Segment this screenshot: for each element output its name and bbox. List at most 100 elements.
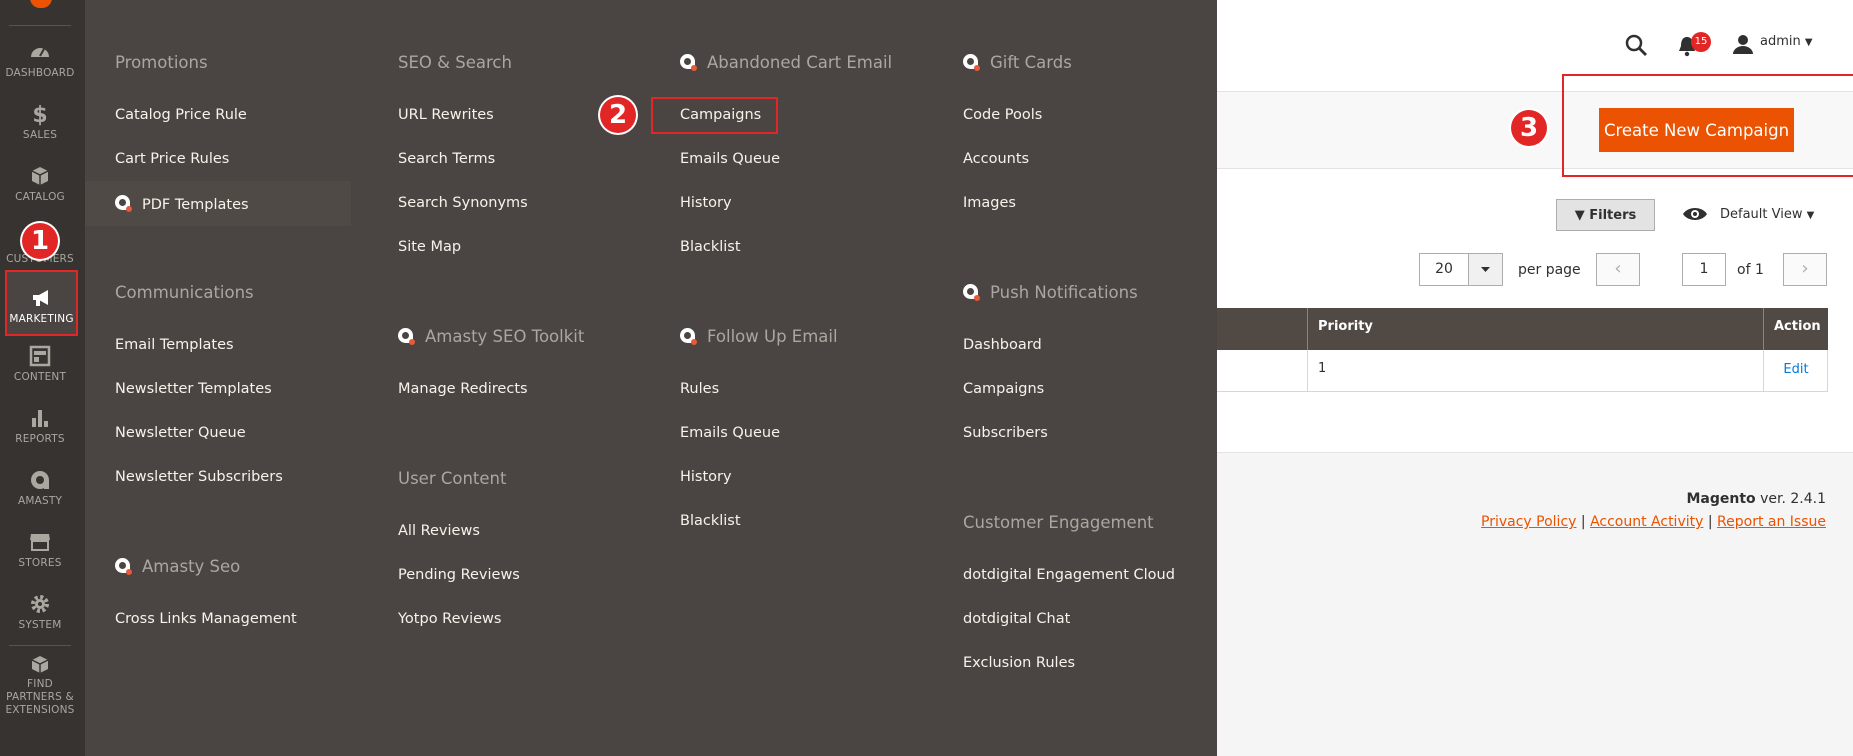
callout-badge-3: 3 (1511, 110, 1547, 146)
column-header-priority[interactable]: Priority (1307, 308, 1763, 350)
menu-item-code-pools[interactable]: Code Pools (963, 107, 1042, 123)
magento-logo-icon[interactable] (30, 0, 52, 8)
menu-item-abandoned-cart-campaigns[interactable]: Campaigns (680, 107, 761, 123)
menu-section-amasty-seo: Amasty Seo (115, 557, 240, 576)
sidebar-divider (9, 645, 71, 646)
callout-badge-1: 1 (22, 223, 58, 259)
privacy-policy-link[interactable]: Privacy Policy (1481, 514, 1576, 530)
menu-item-exclusion-rules[interactable]: Exclusion Rules (963, 655, 1075, 671)
menu-item-catalog-price-rule[interactable]: Catalog Price Rule (115, 107, 247, 123)
sidebar-item-dashboard[interactable]: DASHBOARD (0, 40, 80, 100)
menu-section-promotions: Promotions (115, 53, 208, 72)
menu-section-push-notifications: Push Notifications (963, 283, 1138, 302)
menu-item-all-reviews[interactable]: All Reviews (398, 523, 480, 539)
menu-item-search-synonyms[interactable]: Search Synonyms (398, 195, 528, 211)
amasty-icon (680, 328, 697, 345)
menu-item-push-dashboard[interactable]: Dashboard (963, 337, 1042, 353)
menu-item-url-rewrites[interactable]: URL Rewrites (398, 107, 494, 123)
filters-label: Filters (1589, 207, 1637, 223)
amasty-icon (115, 195, 132, 212)
default-view-dropdown[interactable]: Default View ▼ (1720, 207, 1814, 222)
caret-down-icon (1481, 267, 1490, 272)
grid-header: Priority Action (1217, 308, 1828, 350)
footer-links: Privacy Policy | Account Activity | Repo… (1481, 514, 1826, 530)
next-page-button[interactable]: › (1783, 253, 1827, 286)
menu-item-pending-reviews[interactable]: Pending Reviews (398, 567, 520, 583)
page-number-input[interactable]: 1 (1682, 253, 1726, 286)
sidebar-item-find-partners[interactable]: FIND PARTNERS & EXTENSIONS (0, 654, 80, 716)
sidebar-item-sales[interactable]: $ SALES (0, 102, 80, 162)
action-cell: Edit (1763, 350, 1828, 391)
menu-item-pdf-templates[interactable]: PDF Templates (115, 195, 249, 213)
amasty-icon (115, 558, 132, 575)
menu-item-newsletter-subscribers[interactable]: Newsletter Subscribers (115, 469, 283, 485)
sidebar-item-label: REPORTS (15, 433, 65, 445)
menu-item-follow-up-history[interactable]: History (680, 469, 732, 485)
sidebar-item-content[interactable]: CONTENT (0, 344, 80, 404)
sidebar-item-label: SYSTEM (18, 619, 62, 631)
menu-item-accounts[interactable]: Accounts (963, 151, 1029, 167)
menu-item-newsletter-queue[interactable]: Newsletter Queue (115, 425, 246, 441)
chevron-right-icon: › (1801, 258, 1809, 279)
amasty-icon (680, 54, 697, 71)
amasty-icon (963, 284, 980, 301)
per-page-label: per page (1518, 262, 1581, 278)
sidebar-item-label: AMASTY (17, 495, 63, 507)
menu-item-push-subscribers[interactable]: Subscribers (963, 425, 1048, 441)
menu-item-email-templates[interactable]: Email Templates (115, 337, 234, 353)
column-header-action: Action (1763, 308, 1828, 350)
sidebar-item-reports[interactable]: REPORTS (0, 406, 80, 466)
sidebar-item-system[interactable]: SYSTEM (0, 592, 80, 652)
menu-item-images[interactable]: Images (963, 195, 1016, 211)
per-page-dropdown-button[interactable] (1468, 253, 1503, 286)
menu-item-manage-redirects[interactable]: Manage Redirects (398, 381, 528, 397)
report-issue-link[interactable]: Report an Issue (1717, 514, 1826, 530)
admin-username: admin (1760, 34, 1801, 49)
menu-item-cart-price-rules[interactable]: Cart Price Rules (115, 151, 229, 167)
sidebar-item-amasty[interactable]: AMASTY (0, 468, 80, 528)
store-icon (30, 534, 50, 551)
create-new-campaign-button[interactable]: Create New Campaign (1599, 108, 1794, 152)
admin-user-menu[interactable]: admin ▼ (1760, 34, 1813, 49)
sidebar-item-catalog[interactable]: CATALOG (0, 164, 80, 224)
menu-item-abandoned-cart-history[interactable]: History (680, 195, 732, 211)
account-activity-link[interactable]: Account Activity (1590, 514, 1703, 530)
menu-item-search-terms[interactable]: Search Terms (398, 151, 495, 167)
previous-page-button[interactable]: ‹ (1596, 253, 1640, 286)
sidebar-item-stores[interactable]: STORES (0, 530, 80, 590)
caret-down-icon: ▼ (1804, 37, 1813, 48)
menu-item-dotdigital-chat[interactable]: dotdigital Chat (963, 611, 1070, 627)
version-label: ver. 2.4.1 (1755, 491, 1826, 507)
filters-button[interactable]: ▼ Filters (1556, 199, 1655, 231)
search-icon[interactable] (1624, 33, 1648, 57)
amasty-icon (398, 328, 415, 345)
menu-item-newsletter-templates[interactable]: Newsletter Templates (115, 381, 272, 397)
menu-item-cross-links-management[interactable]: Cross Links Management (115, 611, 297, 627)
sidebar-divider (9, 25, 71, 26)
default-view-label: Default View (1720, 207, 1803, 222)
menu-item-abandoned-cart-emails-queue[interactable]: Emails Queue (680, 151, 780, 167)
menu-item-push-campaigns[interactable]: Campaigns (963, 381, 1044, 397)
edit-link[interactable]: Edit (1783, 362, 1808, 377)
menu-section-follow-up-email: Follow Up Email (680, 327, 838, 346)
caret-down-icon: ▼ (1806, 210, 1815, 221)
menu-item-yotpo-reviews[interactable]: Yotpo Reviews (398, 611, 501, 627)
menu-item-follow-up-rules[interactable]: Rules (680, 381, 719, 397)
cubes-icon (31, 656, 49, 673)
filter-funnel-icon: ▼ (1574, 207, 1590, 223)
dollar-icon: $ (32, 103, 47, 126)
sidebar-item-label: CATALOG (15, 191, 65, 203)
amasty-icon (963, 54, 980, 71)
menu-item-abandoned-cart-blacklist[interactable]: Blacklist (680, 239, 741, 255)
menu-section-user-content: User Content (398, 469, 507, 488)
menu-item-follow-up-blacklist[interactable]: Blacklist (680, 513, 741, 529)
menu-item-dotdigital-engagement-cloud[interactable]: dotdigital Engagement Cloud (963, 567, 1175, 583)
sidebar-item-label: CONTENT (13, 371, 67, 383)
menu-item-follow-up-emails-queue[interactable]: Emails Queue (680, 425, 780, 441)
per-page-input[interactable]: 20 (1419, 253, 1469, 286)
amasty-icon (31, 471, 49, 489)
gear-icon (31, 595, 49, 613)
dashboard-icon (31, 48, 49, 57)
menu-item-site-map[interactable]: Site Map (398, 239, 461, 255)
sidebar-item-marketing[interactable]: MARKETING (5, 270, 78, 336)
